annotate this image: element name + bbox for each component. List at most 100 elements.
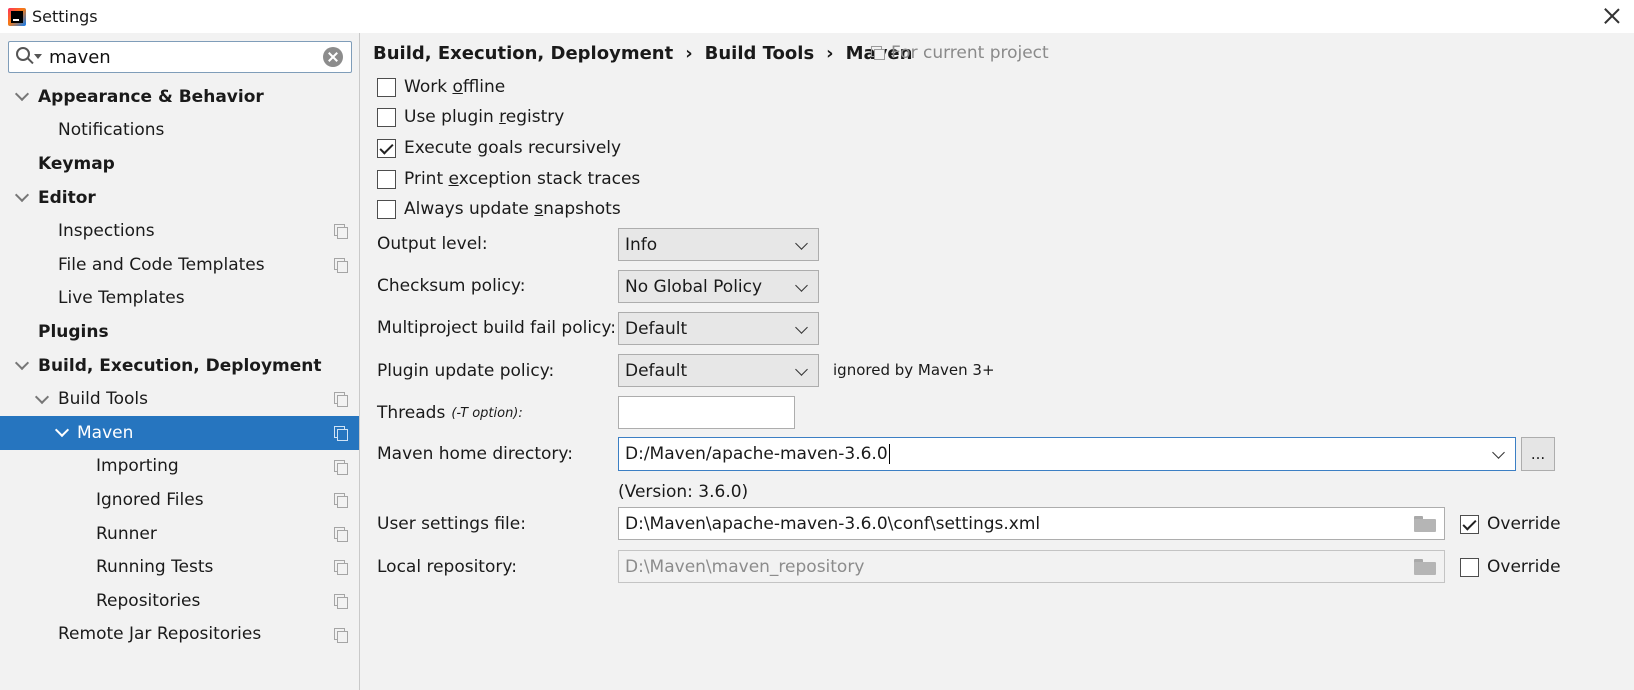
override-label: Override [1487, 557, 1561, 577]
folder-icon[interactable] [1414, 559, 1436, 575]
tree-item-label: File and Code Templates [58, 254, 265, 275]
threads-label: Threads (-T option): [377, 403, 523, 423]
chevron-down-icon[interactable] [54, 423, 70, 438]
tree-item-label: Build, Execution, Deployment [38, 355, 322, 376]
tree-item-label: Ignored Files [96, 489, 204, 510]
checkbox-box[interactable] [377, 77, 396, 97]
plugin-update-note: ignored by Maven 3+ [833, 361, 995, 379]
tree-item-runner[interactable]: Runner [0, 517, 359, 551]
breadcrumb-separator: › [826, 43, 834, 64]
local-repository-override-checkbox[interactable]: Override [1460, 554, 1561, 580]
breadcrumb-item: Build, Execution, Deployment [373, 43, 674, 64]
threads-hint: (-T option): [451, 405, 523, 421]
user-settings-label: User settings file: [377, 514, 526, 534]
maven-home-value[interactable]: D:/Maven/apache-maven-3.6.0 [625, 444, 888, 464]
checkbox-box[interactable] [377, 199, 396, 219]
window-title: Settings [32, 7, 98, 26]
user-settings-value[interactable]: D:\Maven\apache-maven-3.6.0\conf\setting… [625, 514, 1040, 534]
tree-item-label: Inspections [58, 221, 155, 242]
use-plugin-registry-checkbox[interactable]: Use plugin registry [377, 104, 564, 130]
tree-item-plugins[interactable]: Plugins [0, 315, 359, 349]
tree-item-inspections[interactable]: Inspections [0, 214, 359, 248]
checkbox-label: Always update snapshots [404, 199, 621, 219]
close-icon[interactable] [1600, 4, 1624, 28]
settings-search-box[interactable] [8, 41, 352, 73]
tree-item-appearance-behavior[interactable]: Appearance & Behavior [0, 80, 359, 114]
scope-indicator: For current project [871, 43, 1049, 63]
user-settings-override-checkbox[interactable]: Override [1460, 511, 1561, 537]
checkbox-box[interactable] [377, 169, 396, 189]
maven-version-label: (Version: 3.6.0) [618, 482, 749, 502]
folder-icon[interactable] [1414, 516, 1436, 532]
tree-item-label: Remote Jar Repositories [58, 624, 262, 645]
checkbox-label: Use plugin registry [404, 107, 565, 127]
project-scope-icon [334, 257, 348, 273]
text-caret [888, 444, 890, 464]
chevron-down-icon[interactable] [14, 188, 30, 203]
tree-item-editor[interactable]: Editor [0, 181, 359, 215]
clear-icon[interactable] [323, 47, 343, 67]
checkbox-box[interactable] [377, 138, 396, 158]
breadcrumb-separator: › [685, 43, 693, 64]
tree-item-label: Runner [96, 523, 157, 544]
tree-item-running-tests[interactable]: Running Tests [0, 550, 359, 584]
tree-item-importing[interactable]: Importing [0, 450, 359, 484]
tree-item-file-and-code-templates[interactable]: File and Code Templates [0, 248, 359, 282]
dropdown-value: Info [625, 234, 658, 255]
checkbox-box[interactable] [377, 107, 396, 127]
tree-item-label: Maven [77, 422, 134, 443]
tree-item-label: Keymap [38, 153, 115, 174]
output-level-dropdown[interactable]: Info [618, 228, 819, 261]
intellij-app-icon [8, 7, 26, 26]
settings-tree: Appearance & Behavior Notifications Keymap… [0, 80, 359, 651]
checkbox-box[interactable] [1460, 514, 1479, 534]
breadcrumb-item: Build Tools [704, 43, 815, 64]
work-offline-checkbox[interactable]: Work offline [377, 74, 505, 100]
project-scope-icon [334, 425, 348, 441]
maven-home-label: Maven home directory: [377, 444, 573, 464]
tree-item-ignored-files[interactable]: Ignored Files [0, 483, 359, 517]
chevron-down-icon[interactable] [34, 389, 50, 404]
tree-item-repositories[interactable]: Repositories [0, 584, 359, 618]
checkbox-label: Execute goals recursively [404, 138, 622, 158]
search-icon[interactable] [13, 43, 42, 71]
print-exception-stack-traces-checkbox[interactable]: Print exception stack traces [377, 166, 640, 192]
multiproject-policy-dropdown[interactable]: Default [618, 312, 819, 345]
checkbox-box[interactable] [1460, 557, 1479, 577]
tree-item-remote-jar-repositories[interactable]: Remote Jar Repositories [0, 618, 359, 652]
threads-input[interactable] [618, 396, 795, 429]
project-scope-icon [334, 224, 348, 240]
local-repository-label: Local repository: [377, 557, 517, 577]
tree-item-live-templates[interactable]: Live Templates [0, 282, 359, 316]
tree-item-label: Notifications [58, 120, 165, 141]
chevron-down-icon[interactable] [14, 355, 30, 371]
tree-item-build-execution-deployment[interactable]: Build, Execution, Deployment [0, 349, 359, 383]
tree-item-keymap[interactable]: Keymap [0, 147, 359, 181]
always-update-snapshots-checkbox[interactable]: Always update snapshots [377, 196, 621, 222]
tree-item-label: Repositories [96, 590, 201, 611]
chevron-down-icon [795, 237, 808, 250]
local-repository-value: D:\Maven\maven_repository [625, 556, 865, 577]
multiproject-policy-label: Multiproject build fail policy: [377, 318, 616, 338]
chevron-down-icon[interactable] [14, 87, 30, 102]
project-scope-icon [334, 627, 348, 643]
plugin-update-policy-dropdown[interactable]: Default [618, 354, 819, 387]
settings-sidebar: Appearance & Behavior Notifications Keymap… [0, 33, 360, 690]
maven-home-combo[interactable]: D:/Maven/apache-maven-3.6.0 [618, 437, 1516, 471]
search-input[interactable] [47, 45, 323, 69]
browse-button[interactable]: ... [1521, 437, 1555, 471]
output-level-label: Output level: [377, 234, 488, 254]
execute-goals-recursively-checkbox[interactable]: Execute goals recursively [377, 135, 621, 161]
checksum-policy-dropdown[interactable]: No Global Policy [618, 270, 819, 303]
tree-item-label: Importing [96, 456, 179, 477]
project-scope-icon [334, 560, 348, 576]
tree-item-build-tools[interactable]: Build Tools [0, 382, 359, 416]
tree-item-notifications[interactable]: Notifications [0, 114, 359, 148]
chevron-down-icon[interactable] [1492, 446, 1505, 459]
tree-item-label: Build Tools [58, 389, 148, 410]
project-scope-icon [334, 593, 348, 609]
tree-item-maven[interactable]: Maven [0, 415, 359, 450]
user-settings-field[interactable]: D:\Maven\apache-maven-3.6.0\conf\setting… [618, 507, 1445, 540]
project-scope-icon [334, 493, 348, 509]
project-scope-icon [334, 526, 348, 542]
